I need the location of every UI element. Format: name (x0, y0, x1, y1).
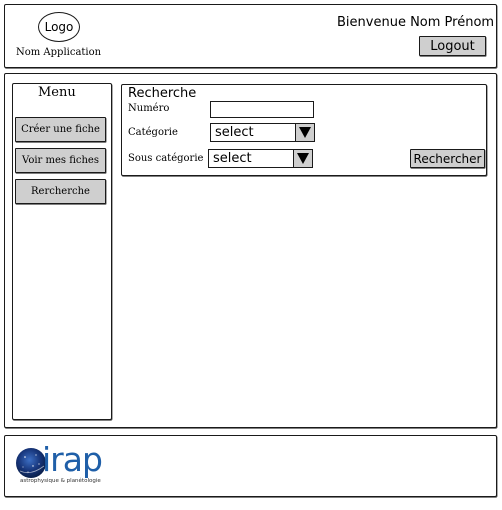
chevron-down-icon[interactable] (295, 124, 314, 141)
menu-item-label: Rercherche (31, 186, 90, 197)
sous-categorie-label: Sous catégorie (128, 153, 204, 164)
menu-item-creer-fiche[interactable]: Créer une fiche (15, 117, 106, 142)
menu-item-label: Créer une fiche (21, 124, 100, 135)
categorie-select[interactable]: select (210, 123, 315, 142)
rechercher-button[interactable]: Rechercher (410, 149, 485, 168)
irap-wordmark: irap (42, 440, 103, 479)
numero-input[interactable] (210, 101, 314, 118)
menu-item-voir-fiches[interactable]: Voir mes fiches (15, 148, 106, 173)
irap-tagline: astrophysique & planétologie (20, 478, 101, 484)
welcome-text: Bienvenue Nom Prénom (337, 15, 495, 30)
rechercher-label: Rechercher (413, 151, 482, 166)
sous-categorie-select[interactable]: select (208, 149, 313, 168)
menu-title: Menu (38, 85, 76, 100)
logo-text: Logo (44, 20, 74, 34)
menu-item-recherche[interactable]: Rercherche (15, 179, 106, 204)
categorie-label: Catégorie (128, 127, 178, 138)
irap-logo: irap astrophysique & planétologie (14, 440, 124, 489)
logout-button[interactable]: Logout (419, 36, 486, 56)
menu-item-label: Voir mes fiches (22, 155, 99, 166)
categorie-value: select (215, 125, 254, 140)
sous-categorie-value: select (213, 151, 252, 166)
chevron-down-icon[interactable] (293, 150, 312, 167)
search-title: Recherche (128, 86, 197, 101)
logo-placeholder: Logo (38, 12, 80, 42)
app-name: Nom Application (16, 47, 102, 58)
logout-label: Logout (430, 38, 475, 54)
numero-label: Numéro (128, 103, 170, 114)
